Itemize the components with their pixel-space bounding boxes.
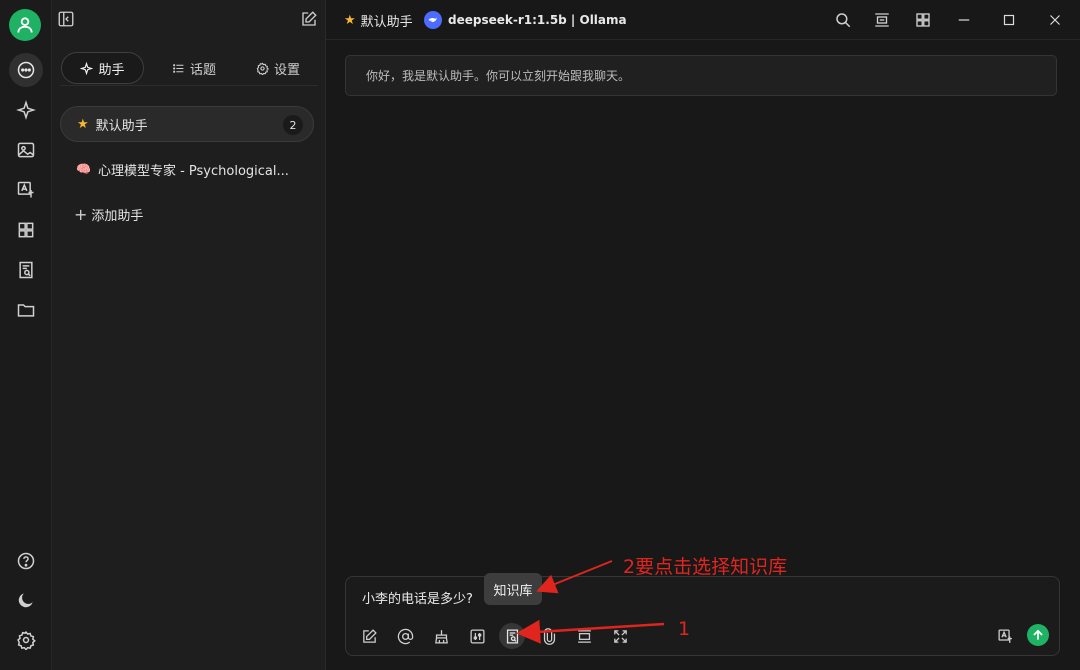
- new-chat-button[interactable]: [300, 10, 320, 30]
- tab-settings-label: 设置: [273, 62, 300, 78]
- assistant-item-label: 默认助手: [95, 118, 148, 134]
- annotation-step2-text: 2要点击选择知识库: [623, 556, 788, 578]
- rail-chat-button[interactable]: [9, 53, 43, 87]
- close-icon: [1050, 15, 1060, 25]
- narrow-mode-icon: [875, 13, 889, 27]
- topic-count-badge: 2: [283, 115, 303, 135]
- assistant-item-label: 心理模型专家 - Psychological...: [97, 163, 289, 179]
- maximize-button[interactable]: [1000, 10, 1020, 30]
- chat-icon: [17, 61, 35, 79]
- paperclip-icon: [543, 627, 555, 645]
- rail-apps-button[interactable]: [9, 213, 43, 247]
- image-icon: [17, 142, 35, 158]
- arrow-up-icon: [1033, 629, 1043, 640]
- apps-icon: [18, 222, 34, 238]
- expand-input-button[interactable]: [607, 623, 633, 649]
- rail-agents-button[interactable]: [9, 93, 43, 127]
- message-input[interactable]: 小李的电话是多少?: [362, 588, 473, 607]
- assistant-item-psychology[interactable]: 🧠 心理模型专家 - Psychological...: [60, 151, 314, 187]
- at-icon: [397, 628, 413, 644]
- knowledge-base-tooltip: 知识库: [484, 573, 542, 605]
- mention-model-button[interactable]: [392, 623, 418, 649]
- annotation-step1-text: 1: [678, 618, 691, 640]
- send-button[interactable]: [1027, 624, 1049, 646]
- plus-icon: +: [74, 204, 88, 224]
- translate-icon: [997, 628, 1012, 643]
- rail-image-button[interactable]: [9, 133, 43, 167]
- close-button[interactable]: [1046, 10, 1066, 30]
- list-icon: [173, 63, 184, 73]
- tab-assistants[interactable]: 助手: [61, 52, 144, 84]
- tab-assistants-label: 助手: [98, 62, 125, 78]
- gear-icon: [256, 61, 269, 75]
- brain-icon: 🧠: [76, 162, 91, 176]
- moon-icon: [18, 593, 33, 608]
- title-bar: ★ 默认助手 deepseek-r1:1.5b | Ollama: [326, 0, 1080, 40]
- rail-theme-button[interactable]: [9, 583, 43, 617]
- folder-icon: [17, 304, 35, 317]
- model-params-button[interactable]: [464, 623, 490, 649]
- translate-input-button[interactable]: [992, 623, 1018, 649]
- knowledge-icon: [506, 628, 518, 644]
- help-icon: [17, 552, 35, 570]
- knowledge-icon: [19, 261, 33, 279]
- assistant-panel: 助手 话题 设置 ★ 默认助手 2 🧠 心理模型专家 - Psychologic…: [52, 0, 326, 670]
- app-window: 助手 话题 设置 ★ 默认助手 2 🧠 心理模型专家 - Psychologic…: [0, 0, 1080, 670]
- new-topic-tool-button[interactable]: [356, 623, 382, 649]
- search-button[interactable]: [834, 10, 854, 30]
- model-label: deepseek-r1:1.5b | Ollama: [448, 13, 627, 27]
- expand-icon: [613, 629, 627, 643]
- rail-knowledge-button[interactable]: [9, 253, 43, 287]
- sidebar-toggle-icon: [58, 11, 74, 27]
- icon-rail: [0, 0, 52, 670]
- layout-toggle-button[interactable]: [571, 623, 597, 649]
- toggle-sidebar-button[interactable]: [57, 10, 77, 30]
- star-icon: ★: [77, 116, 89, 132]
- gear-icon: [17, 630, 36, 650]
- attach-file-button[interactable]: [536, 623, 562, 649]
- tab-settings[interactable]: 设置: [248, 52, 308, 84]
- deepseek-logo-icon: [424, 11, 442, 29]
- rail-help-button[interactable]: [9, 544, 43, 578]
- edit-icon: [302, 11, 317, 26]
- panel-tabs: 助手 话题 设置: [60, 52, 318, 86]
- translate-icon: [17, 181, 34, 198]
- narrow-mode-button[interactable]: [873, 10, 893, 30]
- clear-context-button[interactable]: [428, 623, 454, 649]
- current-assistant-title[interactable]: ★ 默认助手: [344, 0, 413, 40]
- minimize-button[interactable]: [955, 10, 975, 30]
- tab-topics-label: 话题: [189, 62, 216, 78]
- rail-settings-button[interactable]: [9, 623, 43, 657]
- minimize-icon: [958, 19, 970, 21]
- sparkle-icon: [16, 100, 36, 120]
- user-icon: [17, 17, 33, 33]
- sparkle-icon: [80, 61, 94, 75]
- star-icon: ★: [344, 12, 356, 28]
- welcome-message: 你好，我是默认助手。你可以立刻开始跟我聊天。: [345, 55, 1057, 96]
- add-assistant-button[interactable]: + 添加助手: [60, 196, 314, 232]
- layout-button[interactable]: [914, 10, 934, 30]
- layout-icon: [577, 629, 591, 643]
- rail-files-button[interactable]: [9, 293, 43, 327]
- tab-topics[interactable]: 话题: [164, 52, 224, 84]
- search-icon: [836, 13, 851, 28]
- knowledge-base-button[interactable]: [499, 623, 525, 649]
- add-assistant-label: 添加助手: [91, 208, 144, 224]
- model-selector[interactable]: deepseek-r1:1.5b | Ollama: [424, 0, 627, 40]
- rail-translate-button[interactable]: [9, 173, 43, 207]
- edit-icon: [362, 628, 377, 643]
- apps-icon: [916, 13, 930, 27]
- avatar[interactable]: [9, 9, 41, 41]
- maximize-icon: [1003, 14, 1015, 26]
- params-icon: [469, 628, 485, 644]
- assistant-title-label: 默认助手: [360, 14, 413, 30]
- message-input-box[interactable]: 小李的电话是多少?: [345, 576, 1060, 656]
- assistant-item-default[interactable]: ★ 默认助手 2: [60, 106, 314, 142]
- broom-icon: [434, 629, 448, 644]
